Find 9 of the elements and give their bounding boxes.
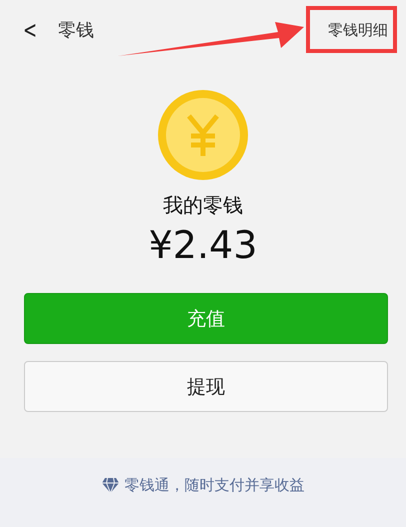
balance-label: 我的零钱 [163, 192, 243, 219]
withdraw-button[interactable]: 提现 [24, 361, 388, 412]
promo-link[interactable]: 零钱通，随时支付并享收益 [124, 476, 304, 495]
diamond-icon [102, 478, 118, 493]
details-link[interactable]: 零钱明细 [328, 20, 388, 40]
back-button[interactable]: < [23, 16, 38, 44]
balance-amount: ¥2.43 [148, 223, 258, 267]
page-title: 零钱 [58, 19, 94, 42]
coin-icon [158, 90, 248, 180]
